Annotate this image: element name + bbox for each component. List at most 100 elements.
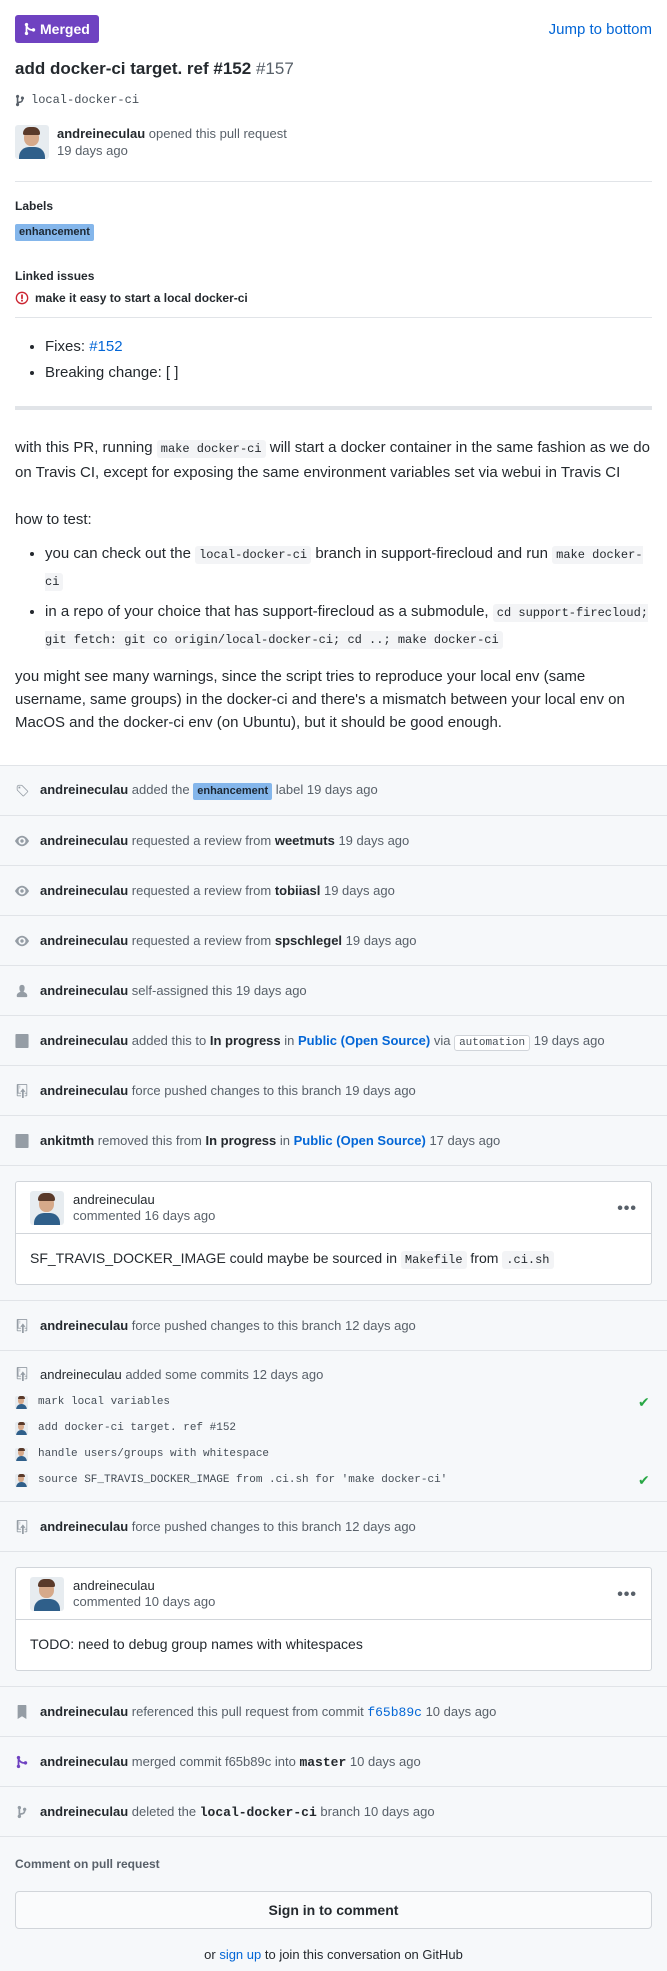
bookmark-icon	[17, 1704, 27, 1719]
repo-push-icon	[16, 1519, 28, 1534]
comment-author[interactable]: andreineculau	[73, 1578, 155, 1593]
check-icon[interactable]: ✔	[638, 1394, 652, 1411]
commit-row[interactable]: source SF_TRAVIS_DOCKER_IMAGE from .ci.s…	[15, 1467, 652, 1493]
text: added some commits 12 days ago	[125, 1366, 324, 1382]
event-user[interactable]: andreineculau	[40, 883, 128, 898]
event-user[interactable]: ankitmth	[40, 1133, 94, 1148]
event-user[interactable]: andreineculau	[40, 983, 128, 998]
timeline-event: andreineculau added the enhancement labe…	[0, 766, 667, 816]
commit-row[interactable]: add docker-ci target. ref #152	[15, 1415, 652, 1441]
eye-icon	[15, 885, 29, 896]
commits-block: andreineculau added some commits 12 days…	[0, 1351, 667, 1502]
commit-message[interactable]: handle users/groups with whitespace	[38, 1448, 628, 1460]
body-paragraph: with this PR, running make docker-ci wil…	[15, 436, 652, 484]
reviewer[interactable]: weetmuts	[275, 833, 335, 848]
divider	[15, 406, 652, 410]
event-user[interactable]: andreineculau	[40, 1519, 128, 1534]
text: requested a review from	[131, 833, 272, 848]
avatar[interactable]	[15, 125, 49, 159]
commit-sha[interactable]: f65b89c	[225, 1754, 271, 1769]
timeline-event: andreineculau requested a review from to…	[0, 866, 667, 916]
sign-up-link[interactable]: sign up	[219, 1947, 261, 1962]
event-user[interactable]: andreineculau	[40, 1033, 128, 1048]
reviewer[interactable]: tobiiasl	[275, 883, 321, 898]
project-link[interactable]: Public (Open Source)	[294, 1133, 426, 1148]
project-link[interactable]: Public (Open Source)	[298, 1033, 430, 1048]
comment: andreineculau commented 16 days ago ••• S…	[15, 1181, 652, 1285]
event-user[interactable]: andreineculau	[40, 833, 128, 848]
jump-to-bottom-link[interactable]: Jump to bottom	[549, 21, 652, 38]
fixes-label: Fixes:	[45, 338, 86, 355]
text: 19 days ago	[345, 933, 417, 948]
opener-user[interactable]: andreineculau	[57, 126, 145, 141]
text: requested a review from	[131, 933, 272, 948]
text: with this PR, running	[15, 439, 153, 456]
opener-text: andreineculau opened this pull request 1…	[57, 125, 287, 181]
text: removed this from	[97, 1133, 202, 1148]
event-user[interactable]: andreineculau	[40, 782, 128, 797]
comment-header: andreineculau commented 10 days ago •••	[16, 1568, 651, 1620]
timeline-event: andreineculau requested a review from we…	[0, 816, 667, 866]
linked-issue[interactable]: make it easy to start a local docker-ci	[15, 291, 652, 305]
text: you can check out the	[45, 545, 191, 562]
text: in a repo of your choice that has suppor…	[45, 603, 489, 620]
comment-time[interactable]: commented 10 days ago	[73, 1594, 215, 1609]
check-icon[interactable]: ✔	[638, 1472, 652, 1489]
timeline-event: andreineculau force pushed changes to th…	[0, 1066, 667, 1116]
event-user[interactable]: andreineculau	[40, 1704, 128, 1719]
more-options-icon[interactable]: •••	[617, 1200, 637, 1218]
event-user[interactable]: andreineculau	[40, 1318, 128, 1333]
text: label 19 days ago	[275, 781, 378, 797]
text: into	[274, 1753, 296, 1769]
head-branch: local-docker-ci	[0, 81, 667, 109]
commit-row[interactable]: mark local variables ✔	[15, 1389, 652, 1415]
event-user[interactable]: andreineculau	[40, 1754, 128, 1769]
event-user[interactable]: andreineculau	[40, 933, 128, 948]
commit-message[interactable]: mark local variables	[38, 1396, 628, 1408]
repo-push-icon	[16, 1083, 28, 1098]
text: force pushed changes to this branch 12 d…	[131, 1318, 416, 1333]
pr-checklist: Fixes: #152 Breaking change: [ ]	[0, 318, 667, 386]
head-branch-name[interactable]: local-docker-ci	[31, 93, 139, 107]
eye-icon	[15, 835, 29, 846]
merged-state-badge: Merged	[15, 15, 99, 43]
code: make docker-ci	[156, 440, 266, 458]
pr-number: #157	[255, 59, 294, 78]
text: requested a review from	[131, 883, 272, 898]
automation-tag: automation	[454, 1034, 531, 1051]
commit-sha-link[interactable]: f65b89c	[367, 1705, 422, 1720]
avatar	[15, 1421, 28, 1435]
commit-message[interactable]: add docker-ci target. ref #152	[38, 1422, 628, 1434]
label-enhancement[interactable]: enhancement	[193, 782, 273, 800]
avatar[interactable]	[30, 1576, 64, 1611]
avatar[interactable]	[30, 1190, 64, 1225]
commit-message[interactable]: source SF_TRAVIS_DOCKER_IMAGE from .ci.s…	[38, 1474, 628, 1486]
text: in	[279, 1133, 291, 1148]
reviewer[interactable]: spschlegel	[275, 933, 342, 948]
event-user[interactable]: andreineculau	[40, 1804, 128, 1819]
text: in	[284, 1032, 295, 1048]
event-user[interactable]: andreineculau	[40, 1367, 122, 1382]
comment-wrapper: andreineculau commented 16 days ago ••• S…	[0, 1166, 667, 1301]
project-icon	[15, 1133, 29, 1148]
comment-time[interactable]: commented 16 days ago	[73, 1208, 215, 1223]
avatar	[15, 1447, 28, 1461]
comment-author[interactable]: andreineculau	[73, 1192, 155, 1207]
breaking-change-item: Breaking change: [ ]	[45, 360, 652, 386]
text: self-assigned this 19 days ago	[131, 983, 307, 998]
label-enhancement[interactable]: enhancement	[15, 224, 94, 241]
event-user[interactable]: andreineculau	[40, 1083, 128, 1098]
text: 17 days ago	[429, 1133, 501, 1148]
commit-row[interactable]: handle users/groups with whitespace	[15, 1441, 652, 1467]
linked-issue-title: make it easy to start a local docker-ci	[35, 291, 248, 305]
text: referenced this pull request from commit	[131, 1703, 364, 1719]
text: via	[433, 1032, 451, 1048]
fixes-link[interactable]: #152	[89, 338, 122, 355]
text: merged commit	[131, 1753, 222, 1769]
sign-in-to-comment-button[interactable]: Sign in to comment	[15, 1891, 652, 1929]
timeline-event: andreineculau referenced this pull reque…	[0, 1687, 667, 1737]
text: branch in support-firecloud and run	[315, 545, 548, 562]
opener-time: 19 days ago	[57, 143, 128, 158]
more-options-icon[interactable]: •••	[617, 1586, 637, 1604]
pr-title: add docker-ci target. ref #152 #157	[0, 43, 667, 81]
